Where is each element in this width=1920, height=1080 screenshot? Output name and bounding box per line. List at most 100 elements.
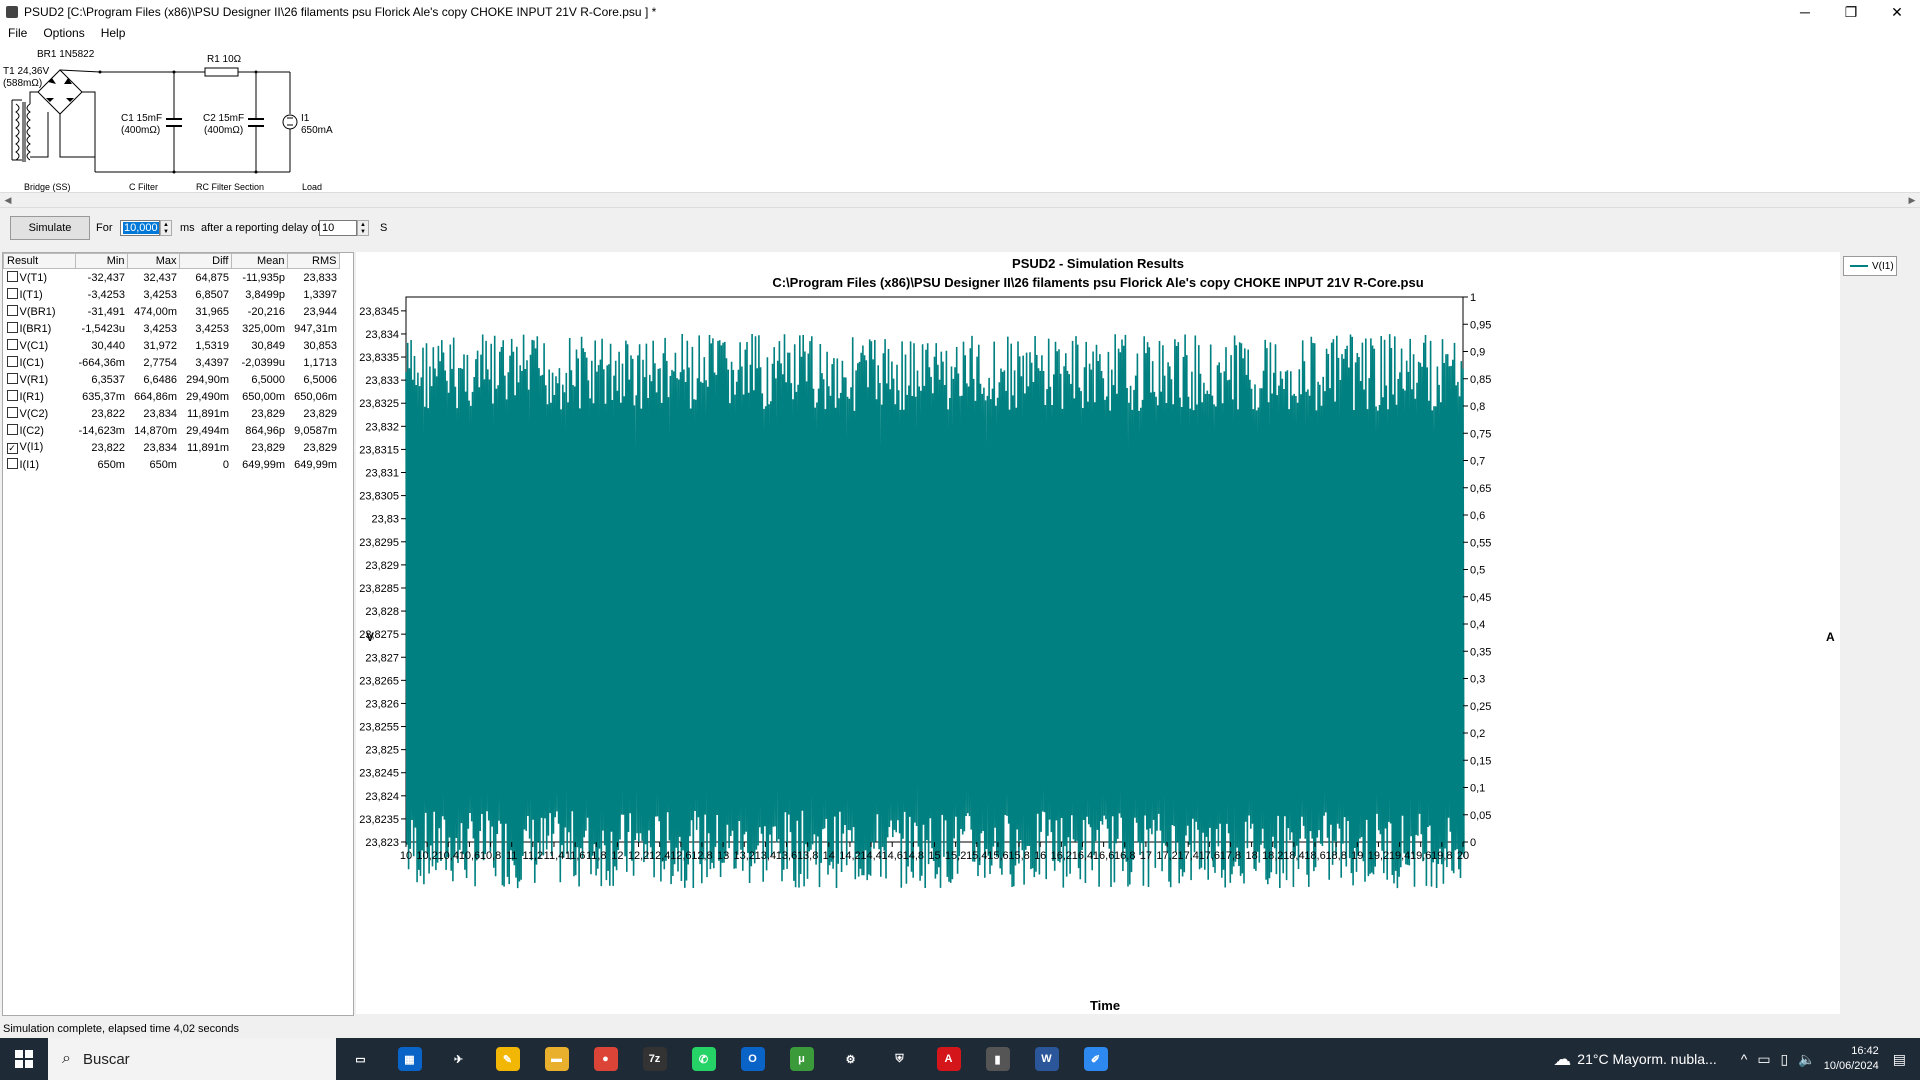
taskbar-app[interactable]: A [924,1038,973,1080]
y-tick-label: 23,833 [365,375,399,387]
taskbar-app[interactable]: ⚙ [826,1038,875,1080]
tray-chevron-icon[interactable]: ^ [1741,1051,1748,1067]
result-value-cell: 64,875 [195,271,229,284]
delay-spinner[interactable]: ▲ ▼ [357,220,369,236]
header-min[interactable]: Min [74,253,129,269]
x-tick-label: 16,4 [1072,850,1093,862]
result-value-cell: 14,870m [134,424,177,437]
duration-input[interactable]: 10,000 [120,220,160,236]
circuit-scrollbar[interactable]: ◀ ▶ [0,192,1920,208]
taskbar-app[interactable]: ✆ [679,1038,728,1080]
x-tick-label: 10,6 [459,850,480,862]
menu-file[interactable]: File [0,26,35,40]
network-icon[interactable]: ▭ [1757,1051,1770,1068]
task-view-icon: ▭ [348,1047,373,1071]
result-checkbox[interactable] [6,390,18,401]
c1-label: C1 15mF [121,113,162,124]
start-button[interactable] [0,1038,48,1080]
taskbar-app[interactable]: ▮ [973,1038,1022,1080]
restore-button[interactable]: ❐ [1828,0,1874,24]
menu-help[interactable]: Help [93,26,134,40]
result-checkbox[interactable] [6,339,18,350]
taskbar-app[interactable]: ✈ [434,1038,483,1080]
result-name: I(I1) [19,459,40,471]
result-row[interactable]: I(C1) -664,36m 2,7754 3,4397 -2,0399u 1,1713 [4,354,340,371]
delay-input[interactable]: 10 [319,220,357,236]
results-header-row: Result Min Max Diff Mean RMS [3,253,341,269]
y-tick-label: 23,83 [371,514,399,526]
r1-label: R1 10Ω [207,54,242,65]
taskbar-app[interactable]: ⛨ [875,1038,924,1080]
psud-icon: ▮ [985,1047,1010,1071]
result-checkbox[interactable] [6,407,18,418]
battery-icon[interactable]: ▯ [1781,1051,1789,1068]
chart-panel: PSUD2 - Simulation Results C:\Program Fi… [356,252,1840,1014]
duration-spinner[interactable]: ▲ ▼ [160,220,172,236]
result-checkbox[interactable] [6,373,18,384]
scroll-right-icon[interactable]: ▶ [1906,194,1918,206]
taskbar-app[interactable]: ▬ [532,1038,581,1080]
result-name-cell: V(C2) [4,405,76,422]
x-tick-label: 12,6 [670,850,691,862]
minimize-button[interactable]: ─ [1782,0,1828,24]
y-tick-label: 23,834 [365,329,399,341]
taskbar-app[interactable]: ✎ [483,1038,532,1080]
simulate-button[interactable]: Simulate [10,216,90,240]
delay-value: 10 [322,222,335,234]
taskbar-app[interactable]: ● [581,1038,630,1080]
volume-icon[interactable]: 🔈 [1798,1051,1815,1068]
taskbar-app[interactable]: W [1022,1038,1071,1080]
header-result[interactable]: Result [3,253,76,269]
result-row[interactable]: I(R1) 635,37m 664,86m 29,490m 650,00m 650,06m [4,388,340,405]
header-diff[interactable]: Diff [179,253,233,269]
notifications-icon[interactable]: ▤ [1893,1051,1906,1068]
close-button[interactable]: ✕ [1874,0,1920,24]
result-checkbox[interactable] [6,305,18,316]
result-checkbox[interactable] [6,271,18,282]
result-checkbox[interactable] [6,356,18,367]
taskbar-app[interactable]: μ [777,1038,826,1080]
taskbar-app[interactable]: O [728,1038,777,1080]
taskbar-app[interactable]: ▭ [336,1038,385,1080]
taskbar-app[interactable]: ▦ [385,1038,434,1080]
whatsapp-icon: ✆ [691,1047,716,1071]
clock[interactable]: 16:42 10/06/2024 [1824,1044,1879,1074]
header-mean[interactable]: Mean [231,253,289,269]
weather-text[interactable]: 21°C Mayorm. nubla... [1577,1051,1716,1067]
menu-options[interactable]: Options [35,26,92,40]
result-value-cell: 3,4253 [143,288,177,301]
result-checkbox[interactable]: ✓ [6,443,18,454]
result-checkbox[interactable] [6,288,18,299]
y-tick-label: 23,8265 [359,675,399,687]
result-value-cell: 9,0587m [294,424,337,437]
taskbar-search[interactable]: ⌕ Buscar [48,1038,336,1080]
taskbar-app[interactable]: 7z [630,1038,679,1080]
result-row[interactable]: I(C2) -14,623m 14,870m 29,494m 864,96p 9,0587… [4,422,340,439]
result-row[interactable]: V(T1) -32,437 32,437 64,875 -11,935p 23,833 [4,269,340,287]
header-rms[interactable]: RMS [287,253,341,269]
result-row[interactable]: ✓ V(I1) 23,822 23,834 11,891m 23,829 23,829 [4,439,340,456]
result-value-cell: 23,829 [251,441,285,454]
result-row[interactable]: V(C2) 23,822 23,834 11,891m 23,829 23,829 [4,405,340,422]
result-name-cell: V(BR1) [4,303,76,320]
result-row[interactable]: I(I1) 650m 650m 0 649,99m 649,99m [4,456,340,473]
header-max[interactable]: Max [127,253,181,269]
y-tick-label: 23,8295 [359,537,399,549]
result-row[interactable]: I(BR1) -1,5423u 3,4253 3,4253 325,00m 947,31m [4,320,340,337]
ms-label: ms [180,222,195,234]
x-tick-label: 16,8 [1114,850,1135,862]
result-row[interactable]: V(R1) 6,3537 6,6486 294,90m 6,5000 6,5006 [4,371,340,388]
result-row[interactable]: V(C1) 30,440 31,972 1,5319 30,849 30,853 [4,337,340,354]
scroll-left-icon[interactable]: ◀ [2,194,14,206]
result-checkbox[interactable] [6,424,18,435]
result-row[interactable]: I(T1) -3,4253 3,4253 6,8507 3,8499p 1,3397 [4,286,340,303]
result-row[interactable]: V(BR1) -31,491 474,00m 31,965 -20,216 23,944 [4,303,340,320]
weather-icon[interactable]: ☁ [1553,1049,1571,1070]
x-tick-label: 13 [717,850,729,862]
x-tick-label: 12,4 [649,850,670,862]
result-value-cell: 29,494m [186,424,229,437]
result-checkbox[interactable] [6,458,18,469]
result-checkbox[interactable] [6,322,18,333]
taskbar-app[interactable]: ✐ [1071,1038,1120,1080]
result-value-cell: -1,5423u [81,322,125,335]
